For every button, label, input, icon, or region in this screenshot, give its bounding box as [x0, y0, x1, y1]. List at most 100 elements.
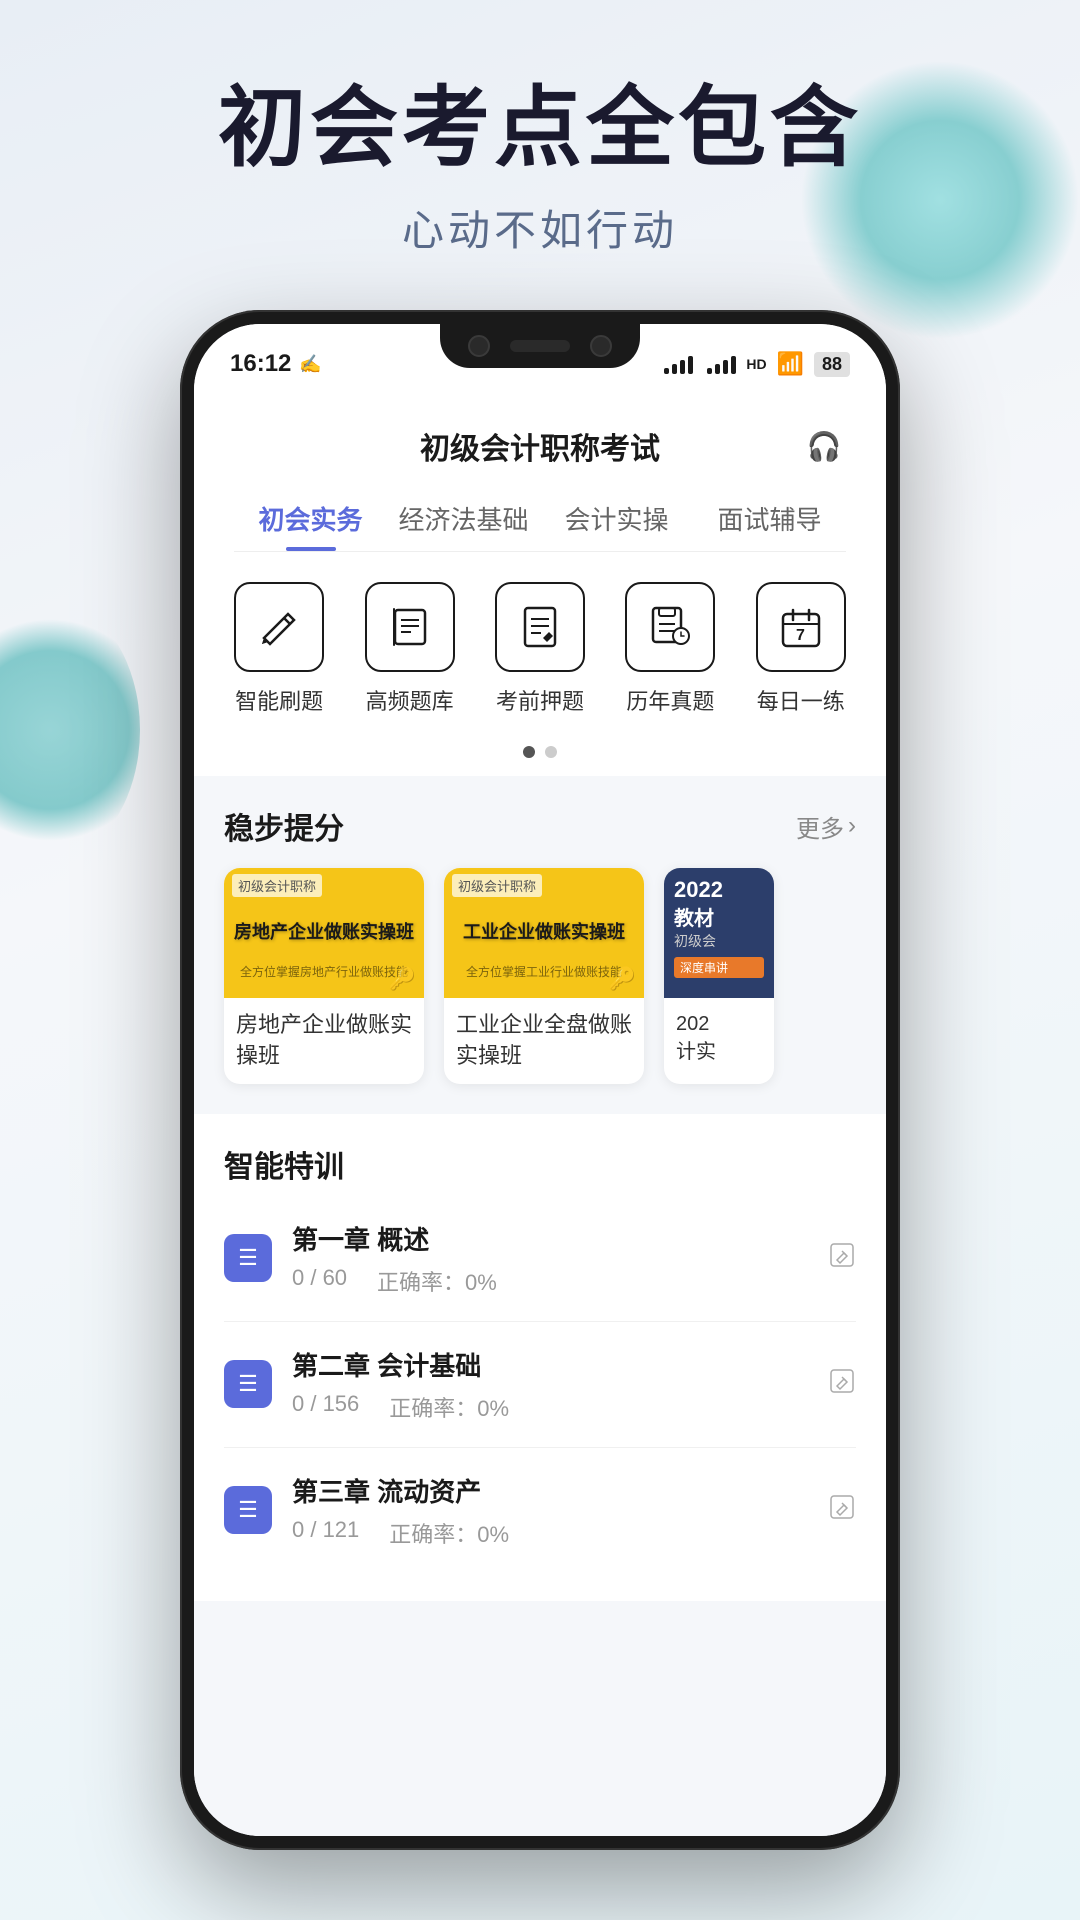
chapter-info-1: 第二章 会计基础 0 / 156 正确率：0% [292, 1346, 828, 1423]
chapter-accuracy-0: 正确率：0% [377, 1265, 497, 1297]
status-time: 16:12 ✍ [230, 350, 322, 378]
edit-icon-2[interactable] [828, 1493, 856, 1528]
chapter-progress-0: 0 / 60 [292, 1265, 347, 1297]
chapter-stats-1: 0 / 156 正确率：0% [292, 1391, 828, 1423]
quick-item-2[interactable]: 考前押题 [485, 582, 595, 716]
chapter-info-0: 第一章 概述 0 / 60 正确率：0% [292, 1220, 828, 1297]
scroll-view[interactable]: 初级会计职称考试 🎧 初会实务 经济法基础 会计实操 [194, 404, 886, 1836]
quick-icon-calendar: 7 [756, 582, 846, 672]
card-info-0: 房地产企业做账实操班 [224, 998, 424, 1084]
chapter-item-2[interactable]: ☰ 第三章 流动资产 0 / 121 正确率：0% [224, 1448, 856, 1573]
course-cards: 初级会计职称 房地产企业做账实操班 全方位掌握房地产行业做账技能 🔑 房地产企业… [224, 868, 856, 1084]
bg-blob-left [0, 600, 140, 860]
year-text: 2022 [674, 878, 764, 902]
tab-0[interactable]: 初会实务 [234, 484, 387, 551]
chapter-icon-0: ☰ [224, 1234, 272, 1282]
chapter-title-2: 第三章 流动资产 [292, 1472, 828, 1509]
wifi-icon: 📶 [777, 351, 804, 377]
app-title: 初级会计职称考试 [420, 424, 660, 468]
steady-title: 稳步提分 [224, 804, 344, 848]
depth-badge: 深度串讲 [674, 957, 764, 978]
chapter-icon-symbol-0: ☰ [238, 1245, 258, 1271]
svg-text:7: 7 [796, 627, 805, 644]
quick-label-4: 每日一练 [757, 684, 845, 716]
quick-icon-book [365, 582, 455, 672]
quick-label-0: 智能刷题 [235, 684, 323, 716]
bar2 [672, 364, 677, 374]
bar1 [664, 368, 669, 374]
card-badge-0: 初级会计职称 [232, 874, 322, 897]
bar6 [715, 364, 720, 374]
tab-3[interactable]: 面试辅导 [693, 484, 846, 551]
quick-icon-history [625, 582, 715, 672]
battery-indicator: 88 [814, 352, 850, 377]
card-thumb-2: 2022 教材 初级会 深度串讲 [664, 868, 774, 998]
phone-screen: 16:12 ✍ [194, 324, 886, 1836]
key-icon-1: 🔑 [609, 966, 636, 992]
steady-more[interactable]: 更多 › [796, 809, 856, 844]
card-thumb-0: 初级会计职称 房地产企业做账实操班 全方位掌握房地产行业做账技能 🔑 [224, 868, 424, 998]
steady-section: 稳步提分 更多 › 初级会计职称 [194, 776, 886, 1104]
edit-icon-1[interactable] [828, 1367, 856, 1402]
card-info-2: 202计实 [664, 998, 774, 1078]
quick-item-3[interactable]: 历年真题 [615, 582, 725, 716]
quick-item-1[interactable]: 高频题库 [355, 582, 465, 716]
chapter-item-0[interactable]: ☰ 第一章 概述 0 / 60 正确率：0% [224, 1196, 856, 1322]
chapter-item-1[interactable]: ☰ 第二章 会计基础 0 / 156 正确率：0% [224, 1322, 856, 1448]
chapter-stats-2: 0 / 121 正确率：0% [292, 1517, 828, 1549]
bar4 [688, 356, 693, 374]
card-dark-content: 2022 教材 初级会 深度串讲 [664, 868, 774, 998]
chapter-progress-2: 0 / 121 [292, 1517, 359, 1549]
course-card-1[interactable]: 初级会计职称 工业企业做账实操班 全方位掌握工业行业做账技能 🔑 工业企业全盘做… [444, 868, 644, 1084]
chapter-title-0: 第一章 概述 [292, 1220, 828, 1257]
course-card-2[interactable]: 2022 教材 初级会 深度串讲 202计实 [664, 868, 774, 1084]
dot-0 [523, 746, 535, 758]
quick-label-1: 高频题库 [366, 684, 454, 716]
signal-icon [664, 354, 693, 374]
quick-access-section: 智能刷题 高频题库 [194, 552, 886, 736]
phone-frame: 16:12 ✍ [180, 310, 900, 1850]
chapter-accuracy-2: 正确率：0% [389, 1517, 509, 1549]
chapter-stats-0: 0 / 60 正确率：0% [292, 1265, 828, 1297]
status-right: HD 📶 88 [664, 351, 850, 377]
chapter-icon-symbol-2: ☰ [238, 1497, 258, 1523]
course-card-0[interactable]: 初级会计职称 房地产企业做账实操班 全方位掌握房地产行业做账技能 🔑 房地产企业… [224, 868, 424, 1084]
material-text: 教材 [674, 902, 764, 931]
bar8 [731, 356, 736, 374]
training-title: 智能特训 [224, 1142, 856, 1186]
card-thumb-1: 初级会计职称 工业企业做账实操班 全方位掌握工业行业做账技能 🔑 [444, 868, 644, 998]
chapter-accuracy-1: 正确率：0% [389, 1391, 509, 1423]
chapter-progress-1: 0 / 156 [292, 1391, 359, 1423]
title-row: 初级会计职称考试 🎧 [234, 424, 846, 484]
app-header: 初级会计职称考试 🎧 初会实务 经济法基础 会计实操 [194, 404, 886, 552]
edit-icon-0[interactable] [828, 1241, 856, 1276]
quick-icon-exam [495, 582, 585, 672]
quick-item-0[interactable]: 智能刷题 [224, 582, 334, 716]
notch [440, 324, 640, 368]
quick-label-2: 考前押题 [496, 684, 584, 716]
chapter-icon-1: ☰ [224, 1360, 272, 1408]
quick-icon-pencil [234, 582, 324, 672]
quick-label-3: 历年真题 [626, 684, 714, 716]
hd-badge: HD [746, 356, 766, 372]
pagination-dots [194, 736, 886, 776]
bar7 [723, 360, 728, 374]
card-info-1: 工业企业全盘做账实操班 [444, 998, 644, 1084]
chapter-info-2: 第三章 流动资产 0 / 121 正确率：0% [292, 1472, 828, 1549]
key-icon-0: 🔑 [389, 966, 416, 992]
tab-1[interactable]: 经济法基础 [387, 484, 540, 551]
status-bar: 16:12 ✍ [194, 324, 886, 404]
tab-2[interactable]: 会计实操 [540, 484, 693, 551]
dot-1 [545, 746, 557, 758]
section-header-steady: 稳步提分 更多 › [224, 804, 856, 848]
card-badge-1: 初级会计职称 [452, 874, 542, 897]
bar5 [707, 368, 712, 374]
training-section: 智能特训 ☰ 第一章 概述 0 / 60 正确率：0% [194, 1114, 886, 1601]
card-main-1: 工业企业做账实操班 [455, 922, 633, 944]
subject-text: 初级会 [674, 931, 764, 951]
card-main-0: 房地产企业做账实操班 [226, 922, 422, 944]
face-sensor [510, 340, 570, 352]
quick-item-4[interactable]: 7 每日一练 [746, 582, 856, 716]
headphone-button[interactable]: 🎧 [802, 424, 846, 468]
front-camera [468, 335, 490, 357]
